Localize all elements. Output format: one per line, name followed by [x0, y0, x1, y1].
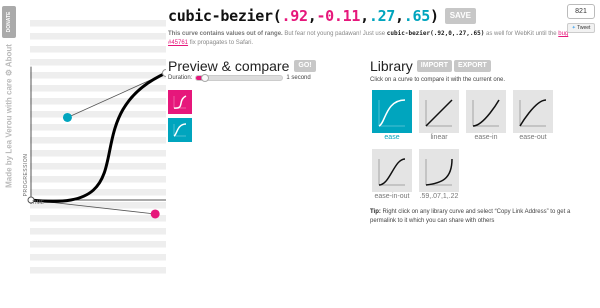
page-title: cubic-bezier(.92,-0.11,.27,.65)	[168, 7, 439, 25]
background-stripe	[30, 215, 166, 222]
library-curve-icon	[378, 99, 406, 127]
library-curve-icon	[519, 99, 547, 127]
background-stripe	[30, 137, 166, 144]
time-axis-label: TIME	[32, 200, 44, 206]
title-prefix: cubic-bezier(	[168, 7, 282, 25]
plot-background-stripes	[30, 20, 166, 274]
preview-current-square	[168, 90, 192, 114]
control-point-2-handle[interactable]	[62, 112, 72, 122]
library-curve-icon	[425, 158, 453, 186]
preview-section: Preview & compare GO! Duration: 1 second	[168, 58, 316, 142]
duration-slider[interactable]	[195, 74, 284, 82]
background-stripe	[30, 46, 166, 53]
library-curve-line	[519, 99, 547, 127]
tweet-button[interactable]: ✦ Tweet	[567, 23, 595, 33]
title-p1x[interactable]: .92	[282, 7, 309, 25]
tweet-label: Tweet	[577, 25, 591, 31]
library-title: Library	[370, 58, 413, 74]
background-stripe	[30, 228, 166, 235]
preview-header: Preview & compare GO!	[168, 58, 316, 74]
background-stripe	[30, 33, 166, 40]
title-p1y[interactable]: -0.11	[316, 7, 360, 25]
title-p2x[interactable]: .27	[369, 7, 396, 25]
warning-text: fix propagates to Safari.	[188, 40, 254, 46]
curve-plot	[27, 20, 166, 274]
background-stripe	[30, 72, 166, 79]
background-stripe	[30, 176, 166, 183]
warning-heading: This curve contains values out of range.	[168, 31, 283, 37]
import-button[interactable]: IMPORT	[416, 59, 453, 73]
library-curve-tile[interactable]	[513, 90, 553, 133]
twitter-bird-icon: ✦	[571, 25, 576, 31]
end-point	[162, 69, 166, 77]
export-button[interactable]: EXPORT	[454, 59, 491, 73]
preview-compare-square	[168, 118, 192, 142]
mini-axes	[519, 100, 546, 127]
background-stripe	[30, 267, 166, 274]
library-curve-label: .59,.07,1,.22	[419, 193, 459, 200]
current-curve-line	[173, 95, 187, 109]
go-button[interactable]: GO!	[294, 59, 316, 73]
library-curve-icon	[472, 99, 500, 127]
library-hint: Click on a curve to compare it with the …	[370, 77, 506, 83]
credit-strip: DONATE Made by Lea Verou with care ⚙ Abo…	[2, 6, 16, 188]
duration-slider-thumb[interactable]	[200, 74, 209, 82]
background-stripe	[30, 124, 166, 131]
background-stripe	[30, 150, 166, 157]
progression-axis-label: PROGRESSION	[23, 153, 29, 197]
library-curve-tile[interactable]	[372, 90, 412, 133]
library-curve-label: ease-out	[519, 134, 547, 141]
tweet-widget: 821 ✦ Tweet	[567, 4, 595, 33]
current-curve-icon	[173, 95, 187, 109]
donate-label: DONATE	[6, 11, 12, 33]
library-curve-line	[425, 99, 453, 127]
library-curve-icon	[378, 158, 406, 186]
duration-value: 1 second	[286, 75, 311, 81]
warning-code: cubic-bezier(.92,0,.27,.65)	[386, 30, 485, 37]
donate-button[interactable]: DONATE	[2, 6, 16, 38]
library-curve-line	[472, 99, 500, 127]
library-header: Library IMPORT EXPORT	[370, 58, 595, 74]
compare-curve-line	[173, 123, 187, 137]
background-stripe	[30, 241, 166, 248]
tweet-count: 821	[567, 4, 595, 19]
preview-title: Preview & compare	[168, 58, 290, 74]
control-point-1-handle[interactable]	[150, 209, 160, 219]
library-curve-tile[interactable]	[466, 90, 506, 133]
library-curve-line	[378, 158, 406, 186]
library-curve-tile[interactable]	[419, 90, 459, 133]
background-stripe	[30, 189, 166, 196]
compare-curve-icon	[173, 123, 187, 137]
library-section: Library IMPORT EXPORT Click on a curve t…	[370, 58, 595, 83]
tip-label: Tip:	[370, 209, 381, 215]
warning-text: But fear not young padawan! Just use	[282, 31, 387, 37]
tip-body: Right click on any library curve and sel…	[370, 209, 571, 224]
duration-control: Duration: 1 second	[168, 74, 311, 82]
title-suffix: )	[429, 7, 439, 25]
library-curve-icon	[425, 99, 453, 127]
library-curve-line	[378, 99, 406, 127]
title-sep: ,	[360, 7, 369, 25]
background-stripe	[30, 111, 166, 118]
library-curve-tile[interactable]	[419, 149, 459, 192]
credit-text: Made by Lea Verou with care ⚙ About	[4, 44, 14, 188]
background-stripe	[30, 20, 166, 27]
library-curve-line	[425, 158, 453, 186]
tip-text: Tip: Right click on any library curve an…	[370, 208, 588, 226]
title-sep: ,	[395, 7, 404, 25]
mini-axes	[472, 100, 499, 127]
background-stripe	[30, 163, 166, 170]
page-title-row: cubic-bezier(.92,-0.11,.27,.65) SAVE	[168, 7, 476, 25]
mini-axes	[425, 159, 452, 186]
warning-text: as well for WebKit until the	[484, 31, 559, 37]
duration-label: Duration:	[168, 75, 193, 81]
curve-editor: PROGRESSION TIME	[18, 0, 166, 308]
background-stripe	[30, 254, 166, 261]
title-p2y[interactable]: .65	[404, 7, 431, 25]
background-stripe	[30, 59, 166, 66]
library-curve-tile[interactable]	[372, 149, 412, 192]
save-button[interactable]: SAVE	[444, 8, 476, 24]
out-of-range-warning: This curve contains values out of range.…	[168, 29, 578, 48]
